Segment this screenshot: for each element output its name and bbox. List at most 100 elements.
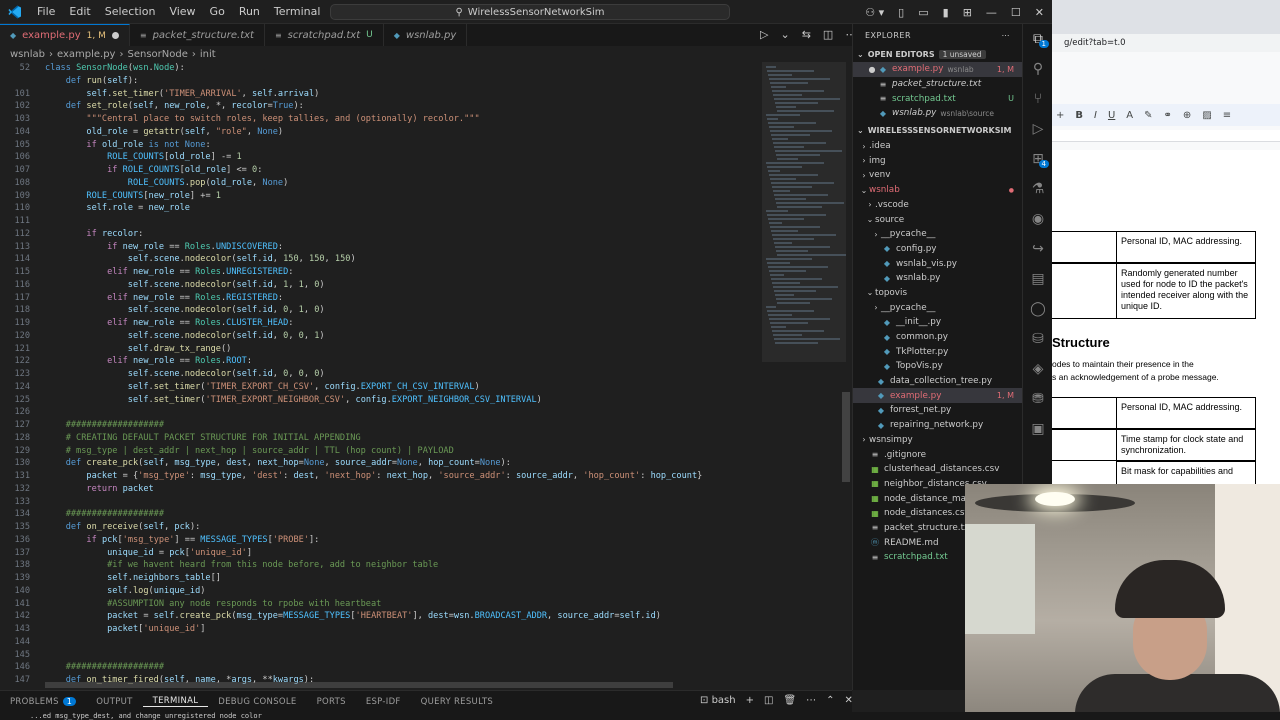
file-item[interactable]: ▦ clusterhead_distances.csv	[853, 462, 1022, 477]
code-line[interactable]: 124 self.set_timer('TIMER_EXPORT_CH_CSV'…	[0, 381, 762, 394]
explorer-more-icon[interactable]: ⋯	[1002, 31, 1011, 40]
code-line[interactable]: 122 elif new_role == Roles.ROOT:	[0, 355, 762, 368]
code-line[interactable]: 134 ###################	[0, 508, 762, 521]
code-line[interactable]: 110 self.role = new_role	[0, 202, 762, 215]
code-line[interactable]: 142 packet = self.create_pck(msg_type=ME…	[0, 610, 762, 623]
command-center-search[interactable]: ⚲ WirelessSensorNetworkSim	[330, 4, 730, 20]
code-line[interactable]: 138 #if we havent heard from this node b…	[0, 559, 762, 572]
code-line[interactable]: 123 self.scene.nodecolor(self.id, 0, 0, …	[0, 368, 762, 381]
menu-go[interactable]: Go	[203, 0, 232, 24]
file-item[interactable]: ◆ wsnlab_vis.py	[853, 256, 1022, 271]
code-line[interactable]: 105 if old_role is not None:	[0, 139, 762, 152]
code-line[interactable]: 126	[0, 406, 762, 419]
code-line[interactable]: 121 self.draw_tx_range()	[0, 343, 762, 356]
new-terminal-icon[interactable]: +	[746, 695, 754, 706]
tab-scratchpad-txt[interactable]: ≡ scratchpad.txt U	[264, 24, 384, 46]
extensions-icon[interactable]: ⊞ 4	[1023, 144, 1053, 174]
code-line[interactable]: 130 def create_pck(self, msg_type, dest,…	[0, 457, 762, 470]
file-item[interactable]: ◆ TopoVis.py	[853, 359, 1022, 374]
code-editor[interactable]: 52 class SensorNode(wsn.Node): def run(se…	[0, 62, 762, 688]
breadcrumb-item[interactable]: wsnlab	[10, 49, 45, 60]
menu-file[interactable]: File	[30, 0, 62, 24]
folder-item[interactable]: › __pycache__	[853, 300, 1022, 315]
code-line[interactable]: 111	[0, 215, 762, 228]
code-line[interactable]: def run(self):	[0, 75, 762, 88]
code-line[interactable]: 139 self.neighbors_table[]	[0, 572, 762, 585]
file-item[interactable]: ◆ __init__.py	[853, 315, 1022, 330]
code-line[interactable]: 115 elif new_role == Roles.UNREGISTERED:	[0, 266, 762, 279]
maximize-icon[interactable]: ☐	[1011, 6, 1021, 19]
highlight-icon[interactable]: ✎	[1144, 110, 1152, 121]
editor-horizontal-scrollbar[interactable]	[45, 682, 673, 688]
code-line[interactable]: 52 class SensorNode(wsn.Node):	[0, 62, 762, 75]
folder-item[interactable]: › venv	[853, 168, 1022, 183]
code-line[interactable]: 102 def set_role(self, new_role, *, reco…	[0, 100, 762, 113]
menu-run[interactable]: Run	[232, 0, 267, 24]
panel-tab-terminal[interactable]: TERMINAL	[142, 696, 209, 707]
run-debug-icon[interactable]: ▷	[1023, 114, 1053, 144]
align-icon[interactable]: ≡	[1223, 110, 1231, 121]
file-item[interactable]: ◆ example.py 1, M	[853, 388, 1022, 404]
code-line[interactable]: 103 """Central place to switch roles, ke…	[0, 113, 762, 126]
code-line[interactable]: 104 old_role = getattr(self, "role", Non…	[0, 126, 762, 139]
code-line[interactable]: 140 self.log(unique_id)	[0, 585, 762, 598]
file-item[interactable]: ◆ common.py	[853, 330, 1022, 345]
editor-vertical-scrollbar[interactable]	[842, 62, 850, 688]
workspace-root-header[interactable]: ⌄ WIRELESSSENSORNETWORKSIM	[853, 123, 1022, 139]
link-icon[interactable]: ⚭	[1164, 110, 1172, 121]
open-editor-item[interactable]: ◆ wsnlab.py wsnlab\source	[853, 106, 1022, 121]
code-line[interactable]: 112 if recolor:	[0, 228, 762, 241]
image-icon[interactable]: ▨	[1202, 110, 1211, 121]
code-line[interactable]: 116 self.scene.nodecolor(self.id, 1, 1, …	[0, 279, 762, 292]
docker-icon[interactable]: ▤	[1023, 264, 1053, 294]
minimap-slider[interactable]	[762, 62, 846, 362]
breadcrumb-item[interactable]: SensorNode	[127, 49, 187, 60]
run-dropdown-icon[interactable]: ⌄	[780, 28, 789, 41]
unsaved-dot-icon[interactable]: ●	[867, 65, 877, 74]
file-item[interactable]: ◆ forrest_net.py	[853, 403, 1022, 418]
comment-icon[interactable]: ⊕	[1183, 110, 1191, 121]
maximize-panel-icon[interactable]: ⌃	[826, 695, 834, 706]
code-line[interactable]: 132 return packet	[0, 483, 762, 496]
code-line[interactable]: 143 packet['unique_id']	[0, 623, 762, 636]
open-editor-item[interactable]: ● ◆ example.py wsnlab 1, M	[853, 62, 1022, 77]
remote-explorer-icon[interactable]: ◉	[1023, 204, 1053, 234]
toggle-secondary-sidebar-icon[interactable]: ▮	[943, 6, 949, 19]
code-line[interactable]: 145	[0, 649, 762, 662]
panel-tab-esp-idf[interactable]: ESP-IDF	[356, 697, 411, 707]
code-line[interactable]: 119 elif new_role == Roles.CLUSTER_HEAD:	[0, 317, 762, 330]
menu-view[interactable]: View	[162, 0, 202, 24]
minimize-icon[interactable]: —	[986, 6, 997, 19]
code-line[interactable]: 125 self.set_timer('TIMER_EXPORT_NEIGHBO…	[0, 394, 762, 407]
layers-icon[interactable]: ◈	[1023, 354, 1053, 384]
live-share-icon[interactable]: ↪	[1023, 234, 1053, 264]
open-editor-item[interactable]: ≡ scratchpad.txt U	[853, 91, 1022, 106]
trash-icon[interactable]: 🗑	[783, 695, 796, 706]
folder-item[interactable]: ⌄ topovis	[853, 286, 1022, 301]
address-bar[interactable]: g/edit?tab=t.0	[1052, 34, 1280, 52]
sql-icon[interactable]: ⛃	[1023, 384, 1053, 414]
insert-link-icon[interactable]: +	[1056, 110, 1064, 121]
menu-terminal[interactable]: Terminal	[267, 0, 328, 24]
code-line[interactable]: 135 def on_receive(self, pck):	[0, 521, 762, 534]
unsaved-dot-icon[interactable]	[111, 32, 119, 39]
code-line[interactable]: 114 self.scene.nodecolor(self.id, 150, 1…	[0, 253, 762, 266]
run-icon[interactable]: ▷	[760, 28, 768, 41]
close-panel-icon[interactable]: ✕	[845, 695, 853, 706]
code-line[interactable]: 128 # CREATING DEFAULT PACKET STRUCTURE …	[0, 432, 762, 445]
tab-wsnlab-py[interactable]: ◆ wsnlab.py	[383, 24, 468, 46]
code-line[interactable]: 117 elif new_role == Roles.REGISTERED:	[0, 292, 762, 305]
code-line[interactable]: 108 ROLE_COUNTS.pop(old_role, None)	[0, 177, 762, 190]
toggle-sidebar-icon[interactable]: ▯	[898, 6, 904, 19]
folder-item[interactable]: › .vscode	[853, 198, 1022, 213]
source-control-icon[interactable]: ⑂	[1023, 84, 1053, 114]
folder-item[interactable]: › img	[853, 153, 1022, 168]
tab-packet_structure-txt[interactable]: ≡ packet_structure.txt	[129, 24, 265, 46]
code-line[interactable]: 120 self.scene.nodecolor(self.id, 0, 0, …	[0, 330, 762, 343]
code-line[interactable]: 101 self.set_timer('TIMER_ARRIVAL', self…	[0, 88, 762, 101]
esp-idf-icon[interactable]: ▣	[1023, 414, 1053, 444]
folder-item[interactable]: › .idea	[853, 139, 1022, 154]
code-line[interactable]: 146 ###################	[0, 661, 762, 674]
search-icon[interactable]: ⚲	[1023, 54, 1053, 84]
file-item[interactable]: ◆ wsnlab.py	[853, 271, 1022, 286]
